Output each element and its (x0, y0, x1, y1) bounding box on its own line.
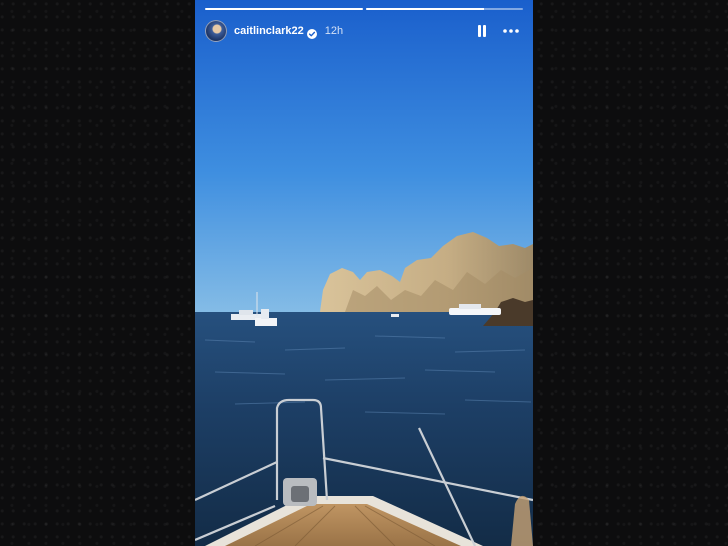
pause-button[interactable] (473, 22, 491, 40)
story-progress-bar (205, 8, 523, 10)
story-viewer[interactable]: caitlinclark22 12h (195, 0, 533, 546)
story-timestamp: 12h (324, 25, 344, 37)
story-photo (195, 0, 533, 546)
more-options-icon (503, 29, 519, 33)
small-boat (391, 314, 399, 317)
pause-icon (478, 25, 486, 37)
verified-badge-icon (306, 26, 317, 39)
progress-segment (205, 8, 363, 10)
story-header: caitlinclark22 12h (205, 19, 521, 43)
username[interactable]: caitlinclark22 (234, 25, 304, 37)
avatar[interactable] (205, 20, 227, 42)
more-options-button[interactable] (501, 22, 521, 40)
progress-segment (365, 8, 523, 10)
